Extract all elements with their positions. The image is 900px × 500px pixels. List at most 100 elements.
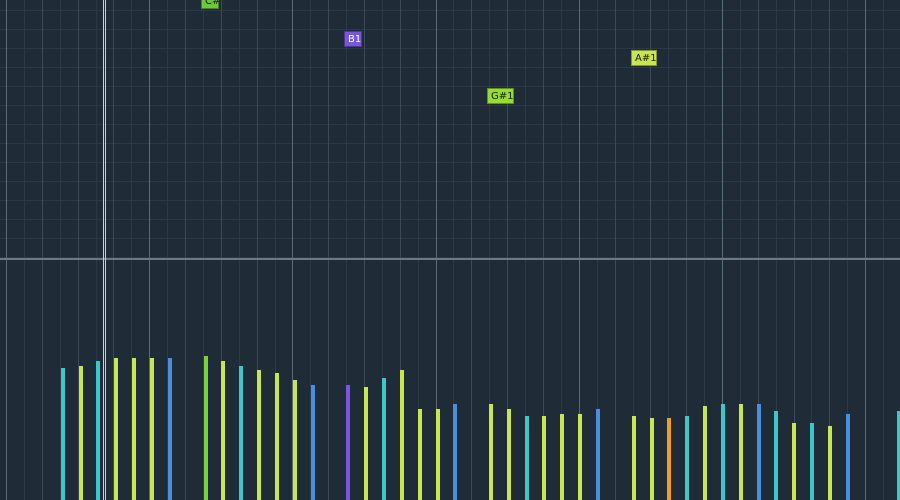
grid-line	[740, 0, 741, 258]
velocity-bar[interactable]	[489, 404, 493, 500]
velocity-bar[interactable]	[221, 361, 225, 500]
grid-line	[6, 0, 7, 258]
velocity-bar[interactable]	[721, 404, 725, 500]
velocity-bar[interactable]	[703, 406, 707, 500]
grid-line	[615, 0, 616, 258]
velocity-bar[interactable]	[436, 409, 440, 500]
grid-line	[113, 0, 114, 258]
pitch-row-line	[0, 29, 900, 30]
velocity-bar[interactable]	[774, 411, 778, 500]
grid-line	[758, 0, 759, 258]
velocity-bar[interactable]	[525, 416, 529, 500]
grid-line	[96, 0, 97, 258]
velocity-lane[interactable]	[0, 260, 900, 500]
grid-line	[507, 0, 508, 258]
velocity-bar[interactable]	[418, 409, 422, 500]
grid-line	[471, 260, 472, 500]
grid-line	[221, 0, 222, 258]
piano-roll-grid[interactable]: C# B1 G#1 A#1	[0, 0, 900, 258]
velocity-bar[interactable]	[382, 378, 386, 500]
grid-line	[382, 0, 383, 258]
playhead-cursor[interactable]	[103, 0, 106, 500]
velocity-bar[interactable]	[275, 373, 279, 500]
grid-line	[78, 0, 79, 258]
pitch-row-line	[0, 181, 900, 182]
note-label: A#1	[635, 53, 657, 64]
velocity-bar[interactable]	[79, 366, 83, 500]
velocity-bar[interactable]	[311, 385, 315, 500]
grid-line	[418, 0, 419, 258]
velocity-bar[interactable]	[61, 368, 65, 500]
velocity-bar[interactable]	[596, 409, 600, 500]
velocity-bar[interactable]	[846, 414, 850, 500]
grid-line	[561, 0, 562, 258]
velocity-bar[interactable]	[650, 418, 654, 500]
velocity-bar[interactable]	[792, 423, 796, 500]
velocity-bar[interactable]	[96, 361, 100, 500]
pitch-row-line	[0, 238, 900, 239]
grid-line	[328, 0, 329, 258]
grid-line	[489, 0, 490, 258]
velocity-bar[interactable]	[810, 423, 814, 500]
grid-line	[364, 0, 365, 258]
grid-line	[811, 0, 812, 258]
grid-line	[185, 260, 186, 500]
grid-line	[328, 260, 329, 500]
velocity-bar[interactable]	[114, 358, 118, 500]
note-gs1[interactable]: G#1	[487, 88, 514, 104]
velocity-bar[interactable]	[507, 409, 511, 500]
grid-line	[42, 0, 43, 258]
velocity-bar[interactable]	[560, 414, 564, 500]
velocity-bar[interactable]	[150, 358, 154, 500]
velocity-bar[interactable]	[132, 358, 136, 500]
pitch-row-line	[0, 124, 900, 125]
pitch-row-line	[0, 105, 900, 106]
grid-line	[650, 0, 651, 258]
velocity-bar[interactable]	[578, 414, 582, 500]
note-as1[interactable]: A#1	[631, 50, 657, 66]
velocity-bar[interactable]	[400, 370, 404, 500]
grid-line	[436, 0, 437, 258]
grid-line	[60, 0, 61, 258]
grid-line	[185, 0, 186, 258]
pitch-row-line	[0, 143, 900, 144]
grid-line	[131, 0, 132, 258]
midi-editor: C# B1 G#1 A#1	[0, 0, 900, 500]
grid-line	[275, 0, 276, 258]
velocity-bar[interactable]	[168, 358, 172, 500]
velocity-bar[interactable]	[739, 404, 743, 500]
grid-line	[292, 0, 293, 258]
velocity-bar[interactable]	[257, 370, 261, 500]
velocity-bar[interactable]	[632, 416, 636, 500]
grid-line	[149, 0, 150, 258]
pitch-row-line	[0, 48, 900, 49]
velocity-bar[interactable]	[453, 404, 457, 500]
grid-line	[525, 0, 526, 258]
velocity-bar[interactable]	[757, 404, 761, 500]
note-label: C#	[205, 0, 221, 7]
grid-line	[597, 0, 598, 258]
grid-line	[42, 260, 43, 500]
grid-line	[865, 260, 866, 500]
grid-line	[453, 0, 454, 258]
pitch-row-line	[0, 67, 900, 68]
grid-line	[865, 0, 866, 258]
velocity-bar[interactable]	[204, 356, 208, 500]
velocity-bar[interactable]	[239, 366, 243, 500]
grid-line	[167, 0, 168, 258]
velocity-bar[interactable]	[346, 385, 350, 500]
velocity-bar[interactable]	[828, 426, 832, 500]
grid-line	[633, 0, 634, 258]
grid-line	[794, 0, 795, 258]
note-b1[interactable]: B1	[344, 31, 362, 47]
grid-line	[883, 0, 884, 258]
velocity-bar[interactable]	[293, 380, 297, 500]
grid-line	[471, 0, 472, 258]
grid-line	[776, 0, 777, 258]
velocity-bar[interactable]	[667, 418, 671, 500]
grid-line	[24, 0, 25, 258]
velocity-bar[interactable]	[685, 416, 689, 500]
note-cs[interactable]: C#	[201, 0, 221, 9]
velocity-bar[interactable]	[364, 387, 368, 500]
velocity-bar[interactable]	[542, 416, 546, 500]
